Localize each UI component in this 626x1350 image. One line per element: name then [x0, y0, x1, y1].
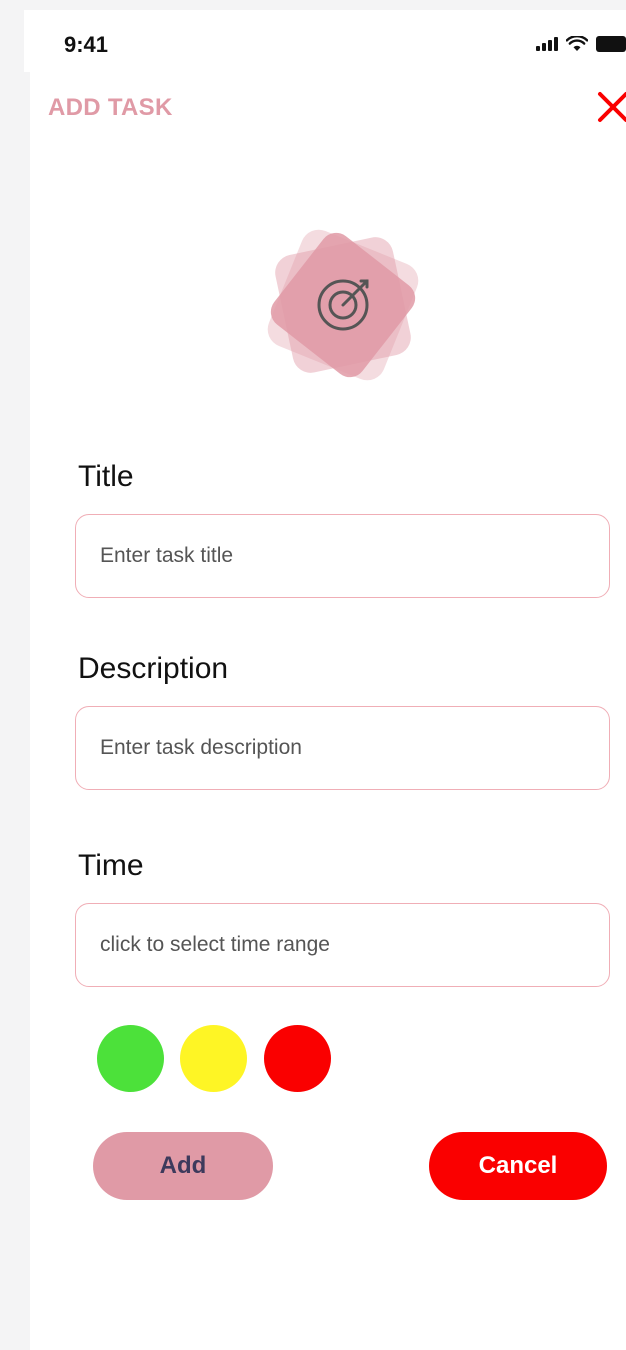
cellular-signal-icon — [536, 37, 558, 51]
description-label: Description — [78, 652, 229, 685]
description-input[interactable] — [75, 706, 610, 790]
battery-icon — [596, 36, 626, 52]
close-icon[interactable] — [596, 90, 626, 124]
time-label: Time — [78, 849, 144, 882]
time-range-input[interactable] — [75, 903, 610, 987]
title-label: Title — [78, 460, 134, 493]
title-input[interactable] — [75, 514, 610, 598]
cancel-button[interactable]: Cancel — [429, 1132, 607, 1200]
page-title: ADD TASK — [48, 94, 173, 121]
target-icon — [267, 229, 419, 381]
status-bar: 9:41 — [24, 10, 626, 72]
priority-color-red[interactable] — [264, 1025, 331, 1092]
wifi-icon — [566, 36, 588, 51]
status-icons — [536, 36, 626, 52]
status-time: 9:41 — [64, 32, 109, 57]
add-button[interactable]: Add — [93, 1132, 273, 1200]
priority-color-yellow[interactable] — [180, 1025, 247, 1092]
priority-color-green[interactable] — [97, 1025, 164, 1092]
